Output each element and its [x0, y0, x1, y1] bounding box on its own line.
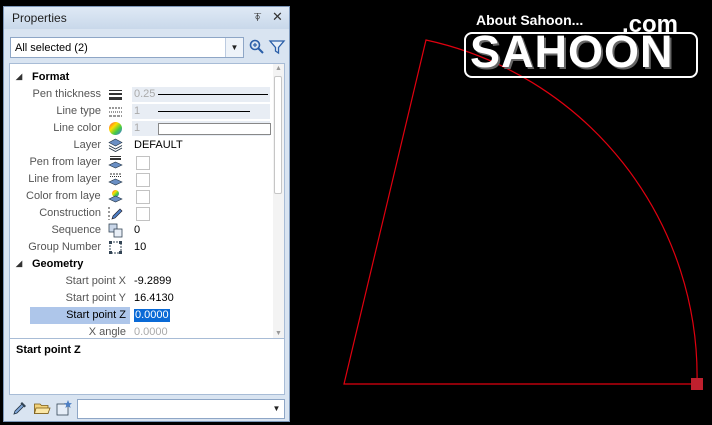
property-grid: ◢ Format Pen thickness 0.25 Line type 1	[9, 63, 285, 339]
properties-panel: Properties ⍕ ✕ All selected (2) ▼ ◢ Form…	[3, 6, 290, 422]
row-x-angle[interactable]: X angle 0.0000	[10, 324, 272, 338]
favorite-settings-icon[interactable]	[55, 399, 73, 417]
pen-from-layer-icon	[108, 156, 123, 169]
row-label: Sequence	[51, 224, 101, 236]
row-label: Start point Z	[30, 307, 130, 324]
category-format-label: Format	[32, 71, 70, 83]
line-color-value[interactable]: 1	[134, 120, 140, 137]
line-color-swatch	[158, 123, 271, 135]
selection-dropdown[interactable]: All selected (2) ▼	[10, 37, 244, 58]
scroll-up-icon[interactable]: ▲	[275, 65, 282, 72]
row-start-point-y[interactable]: Start point Y 16.4130	[10, 290, 272, 307]
row-label: Layer	[73, 139, 101, 151]
properties-titlebar[interactable]: Properties ⍕ ✕	[4, 7, 289, 29]
row-label: X angle	[88, 326, 126, 338]
group-number-icon	[109, 241, 122, 254]
line-type-preview	[158, 111, 250, 112]
line-type-value[interactable]: 1	[134, 103, 140, 120]
layer-value[interactable]: DEFAULT	[134, 137, 183, 154]
construction-pencil-icon	[108, 207, 123, 220]
quick-select-icon[interactable]	[248, 38, 266, 56]
start-point-z-input[interactable]: 0.0000	[134, 309, 170, 322]
row-label: Construction	[39, 207, 101, 219]
properties-bottom-toolbar: ▼	[4, 395, 289, 421]
row-start-point-z[interactable]: Start point Z 0.0000	[10, 307, 272, 324]
start-point-x-value[interactable]: -9.2899	[134, 273, 171, 290]
category-format[interactable]: ◢ Format	[10, 70, 272, 86]
row-label: Pen from layer	[29, 156, 101, 168]
row-start-point-x[interactable]: Start point X -9.2899	[10, 273, 272, 290]
description-title: Start point Z	[16, 344, 81, 356]
pen-thickness-preview	[158, 94, 268, 95]
circular-sector-outline[interactable]	[343, 39, 698, 385]
row-color-from-layer[interactable]: Color from layer	[10, 188, 272, 205]
start-point-y-value[interactable]: 16.4130	[134, 290, 174, 307]
selection-dropdown-value: All selected (2)	[15, 42, 88, 54]
sequence-value[interactable]: 0	[134, 222, 140, 239]
row-label: Group Number	[28, 241, 101, 253]
eyedropper-icon[interactable]	[11, 399, 29, 417]
row-pen-from-layer[interactable]: Pen from layer	[10, 154, 272, 171]
row-construction[interactable]: Construction	[10, 205, 272, 222]
collapse-triangle-icon[interactable]: ◢	[16, 259, 22, 268]
sequence-icon	[108, 223, 123, 238]
row-line-from-layer[interactable]: Line from layer	[10, 171, 272, 188]
description-pane: Start point Z	[9, 339, 285, 395]
logo-name-text: SAHOON	[470, 26, 674, 77]
x-angle-value[interactable]: 0.0000	[134, 324, 168, 338]
construction-checkbox[interactable]	[136, 207, 150, 221]
favorites-combobox[interactable]: ▼	[77, 399, 285, 419]
filter-icon[interactable]	[268, 38, 286, 56]
open-folder-icon[interactable]	[33, 399, 51, 417]
color-from-layer-checkbox[interactable]	[136, 190, 150, 204]
line-type-icon	[109, 107, 122, 117]
properties-title: Properties	[12, 11, 67, 25]
row-layer[interactable]: Layer DEFAULT	[10, 137, 272, 154]
property-grid-scrollbar[interactable]: ▲ ▼	[273, 64, 284, 338]
close-icon[interactable]: ✕	[272, 9, 283, 25]
scrollbar-thumb[interactable]	[274, 76, 282, 194]
layers-icon	[108, 138, 123, 152]
row-sequence[interactable]: Sequence 0	[10, 222, 272, 239]
line-from-layer-icon	[108, 173, 123, 186]
collapse-triangle-icon[interactable]: ◢	[16, 72, 22, 81]
row-label: Start point Y	[65, 292, 126, 304]
row-label: Start point X	[65, 275, 126, 287]
row-line-type[interactable]: Line type 1	[10, 103, 272, 120]
chevron-down-icon[interactable]: ▼	[225, 38, 243, 57]
row-group-number[interactable]: Group Number 10	[10, 239, 272, 256]
line-from-layer-checkbox[interactable]	[136, 173, 150, 187]
pen-from-layer-checkbox[interactable]	[136, 156, 150, 170]
row-pen-thickness[interactable]: Pen thickness 0.25	[10, 86, 272, 103]
pen-thickness-value[interactable]: 0.25	[134, 86, 155, 103]
row-label: Line type	[56, 105, 101, 117]
chevron-down-icon[interactable]: ▼	[269, 400, 284, 418]
row-label: Line color	[53, 122, 101, 134]
color-from-layer-icon	[108, 190, 123, 203]
pin-icon[interactable]: ⍕	[254, 10, 261, 25]
pen-thickness-icon	[109, 90, 122, 100]
sahoon-logo: About Sahoon... .com SAHOON	[462, 11, 698, 78]
selection-grip[interactable]	[691, 378, 703, 390]
row-label: Line from layer	[28, 173, 101, 185]
category-geometry-label: Geometry	[32, 258, 84, 270]
group-number-value[interactable]: 10	[134, 239, 146, 256]
row-line-color[interactable]: Line color 1	[10, 120, 272, 137]
row-label: Color from layer	[26, 190, 101, 202]
row-label: Pen thickness	[32, 88, 101, 100]
category-geometry[interactable]: ◢ Geometry	[10, 257, 272, 273]
scroll-down-icon[interactable]: ▼	[275, 330, 282, 337]
color-wheel-icon	[109, 122, 122, 135]
